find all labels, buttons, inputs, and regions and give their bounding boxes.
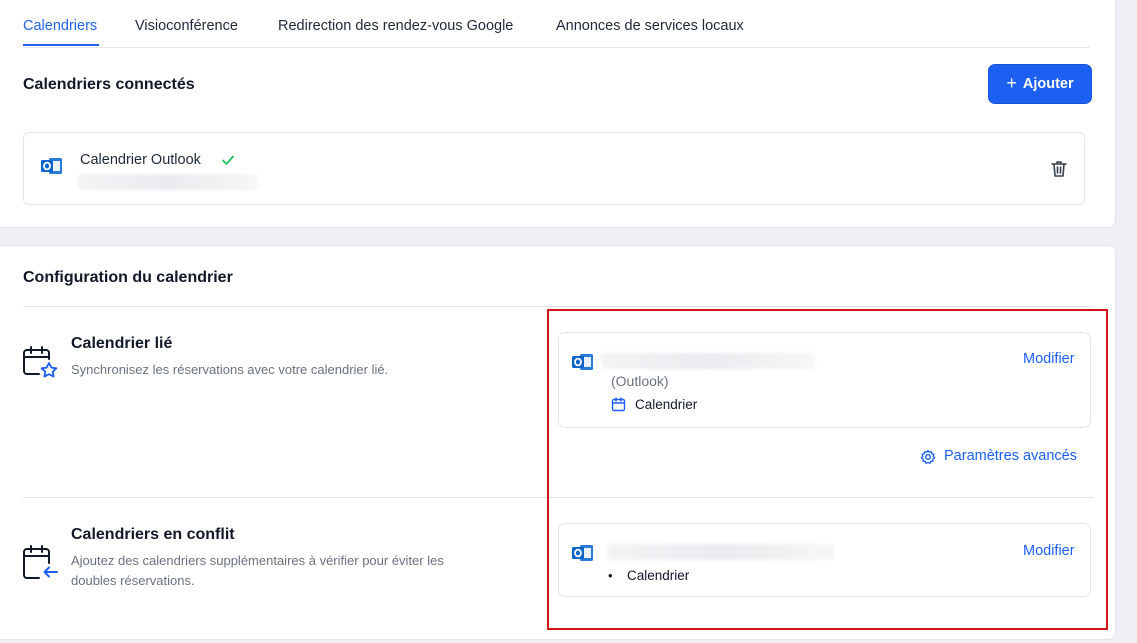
calendar-star-icon xyxy=(23,346,58,378)
linked-modify-link[interactable]: Modifier xyxy=(1023,351,1075,367)
tab-visioconference[interactable]: Visioconférence xyxy=(135,18,238,34)
config-title: Configuration du calendrier xyxy=(23,269,233,286)
connected-calendar-item: Calendrier Outlook xyxy=(23,132,1085,205)
calendar-name: Calendrier xyxy=(635,397,698,412)
outlook-icon xyxy=(41,158,62,174)
bullet: • xyxy=(608,568,613,583)
tab-calendriers[interactable]: Calendriers xyxy=(23,18,97,34)
redacted-email xyxy=(78,174,258,190)
outlook-icon xyxy=(572,545,593,561)
conflict-title: Calendriers en conflit xyxy=(71,526,235,543)
tab-google-redirect[interactable]: Redirection des rendez-vous Google xyxy=(278,18,513,34)
calendar-config-card: Configuration du calendrier Calendrier l… xyxy=(0,245,1116,640)
divider xyxy=(23,306,1094,307)
advanced-settings-label: Paramètres avancés xyxy=(944,448,1077,464)
linked-calendar-desc: Synchronisez les réservations avec votre… xyxy=(71,362,389,377)
divider xyxy=(23,497,1094,498)
calendar-arrow-icon xyxy=(23,545,58,579)
conflict-calendar-name: Calendrier xyxy=(627,568,690,583)
redacted-account xyxy=(601,353,815,369)
account-name: Calendrier Outlook xyxy=(80,152,201,168)
check-icon xyxy=(222,155,234,165)
conflict-calendar-box: • Calendrier Modifier xyxy=(558,523,1091,597)
outlook-icon xyxy=(572,354,593,370)
conflict-desc: Ajoutez des calendriers supplémentaires … xyxy=(71,553,444,588)
tab-bar: Calendriers Visioconférence Redirection … xyxy=(23,0,1090,48)
calendar-icon xyxy=(611,397,626,412)
gear-icon xyxy=(920,449,936,464)
redacted-account xyxy=(607,544,835,560)
active-tab-indicator xyxy=(23,44,99,46)
linked-calendar-box: (Outlook) Calendrier Modifier xyxy=(558,332,1091,428)
add-calendar-button[interactable]: + Ajouter xyxy=(988,64,1092,104)
provider-label: (Outlook) xyxy=(611,373,669,389)
calendars-card: Calendriers Visioconférence Redirection … xyxy=(0,0,1116,228)
plus-icon: + xyxy=(1006,73,1017,93)
tab-local-services[interactable]: Annonces de services locaux xyxy=(556,18,744,34)
conflict-modify-link[interactable]: Modifier xyxy=(1023,543,1075,559)
linked-calendar-title: Calendrier lié xyxy=(71,335,173,352)
add-button-label: Ajouter xyxy=(1022,76,1074,92)
trash-icon[interactable] xyxy=(1049,159,1069,179)
connected-calendars-title: Calendriers connectés xyxy=(23,76,195,93)
